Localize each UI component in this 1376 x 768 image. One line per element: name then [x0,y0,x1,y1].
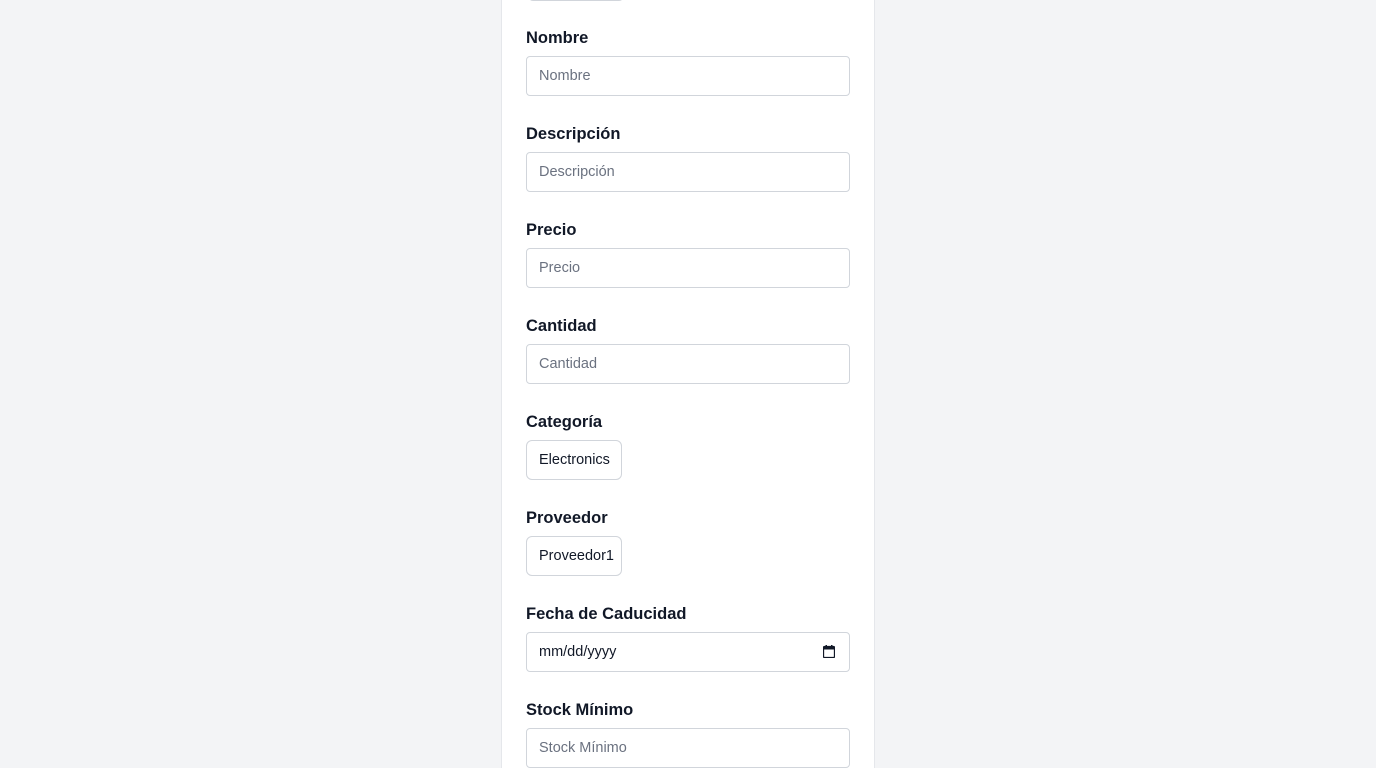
descripcion-input[interactable] [526,152,850,192]
stock-minimo-input[interactable] [526,728,850,768]
proveedor-select[interactable]: Proveedor1 [526,536,622,576]
proveedor-label: Proveedor [526,509,608,527]
categoria-label: Categoría [526,413,603,431]
precio-label: Precio [526,221,577,239]
calendar-icon[interactable] [823,645,835,658]
field-fecha-caducidad: Fecha de Caducidad mm/dd/yyyy [526,604,850,672]
field-nombre: Nombre [526,28,850,96]
field-categoria: Categoría Electronics [526,412,850,480]
nombre-input[interactable] [526,56,850,96]
nombre-label: Nombre [526,29,589,47]
categoria-select[interactable]: Electronics [526,440,622,480]
previous-field-edge [528,0,624,1]
precio-input[interactable] [526,248,850,288]
fecha-caducidad-label: Fecha de Caducidad [526,605,687,623]
cantidad-input[interactable] [526,344,850,384]
field-descripcion: Descripción [526,124,850,192]
fecha-caducidad-input[interactable]: mm/dd/yyyy [526,632,850,672]
stock-minimo-label: Stock Mínimo [526,701,634,719]
field-precio: Precio [526,220,850,288]
date-format-text: mm/dd/yyyy [539,644,617,660]
descripcion-label: Descripción [526,125,621,143]
product-form-card: Nombre Descripción Precio Cantidad Categ… [501,0,875,768]
field-cantidad: Cantidad [526,316,850,384]
cantidad-label: Cantidad [526,317,597,335]
field-proveedor: Proveedor Proveedor1 [526,508,850,576]
field-stock-minimo: Stock Mínimo [526,700,850,768]
